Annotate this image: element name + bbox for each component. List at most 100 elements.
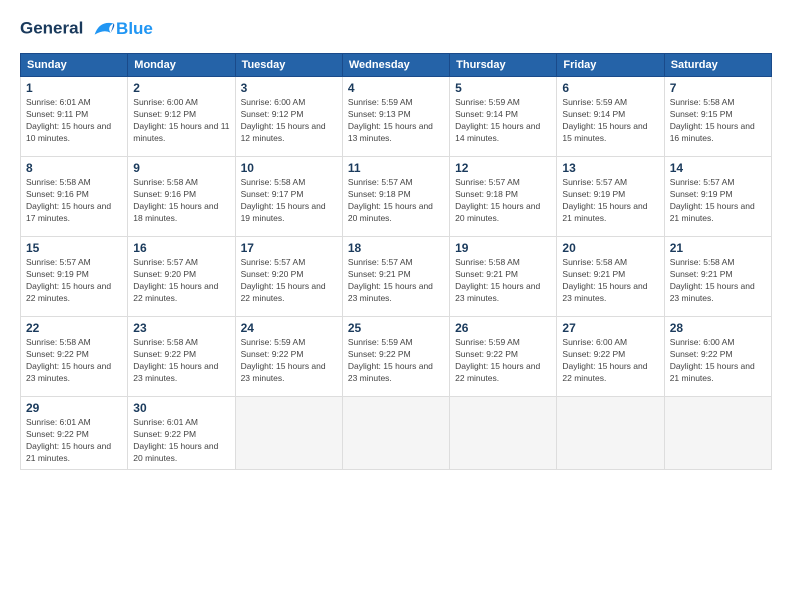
table-row: 17 Sunrise: 5:57 AM Sunset: 9:20 PM Dayl…	[235, 237, 342, 317]
calendar-week-4: 22 Sunrise: 5:58 AM Sunset: 9:22 PM Dayl…	[21, 317, 772, 397]
day-info: Sunrise: 5:57 AM Sunset: 9:20 PM Dayligh…	[241, 257, 337, 305]
table-row: 25 Sunrise: 5:59 AM Sunset: 9:22 PM Dayl…	[342, 317, 449, 397]
day-info: Sunrise: 6:00 AM Sunset: 9:12 PM Dayligh…	[241, 97, 337, 145]
table-row: 2 Sunrise: 6:00 AM Sunset: 9:12 PM Dayli…	[128, 77, 235, 157]
day-number: 26	[455, 321, 551, 335]
table-row: 3 Sunrise: 6:00 AM Sunset: 9:12 PM Dayli…	[235, 77, 342, 157]
table-row: 30 Sunrise: 6:01 AM Sunset: 9:22 PM Dayl…	[128, 397, 235, 470]
table-row: 24 Sunrise: 5:59 AM Sunset: 9:22 PM Dayl…	[235, 317, 342, 397]
table-row: 20 Sunrise: 5:58 AM Sunset: 9:21 PM Dayl…	[557, 237, 664, 317]
table-row: 4 Sunrise: 5:59 AM Sunset: 9:13 PM Dayli…	[342, 77, 449, 157]
day-info: Sunrise: 5:59 AM Sunset: 9:14 PM Dayligh…	[562, 97, 658, 145]
calendar-week-3: 15 Sunrise: 5:57 AM Sunset: 9:19 PM Dayl…	[21, 237, 772, 317]
table-row: 28 Sunrise: 6:00 AM Sunset: 9:22 PM Dayl…	[664, 317, 771, 397]
table-row: 19 Sunrise: 5:58 AM Sunset: 9:21 PM Dayl…	[450, 237, 557, 317]
table-row: 6 Sunrise: 5:59 AM Sunset: 9:14 PM Dayli…	[557, 77, 664, 157]
col-tuesday: Tuesday	[235, 54, 342, 77]
day-info: Sunrise: 5:57 AM Sunset: 9:21 PM Dayligh…	[348, 257, 444, 305]
header: General Blue	[20, 15, 772, 43]
day-number: 28	[670, 321, 766, 335]
day-info: Sunrise: 6:01 AM Sunset: 9:22 PM Dayligh…	[133, 417, 229, 465]
table-row: 22 Sunrise: 5:58 AM Sunset: 9:22 PM Dayl…	[21, 317, 128, 397]
col-monday: Monday	[128, 54, 235, 77]
day-number: 15	[26, 241, 122, 255]
day-info: Sunrise: 5:57 AM Sunset: 9:19 PM Dayligh…	[562, 177, 658, 225]
day-info: Sunrise: 5:57 AM Sunset: 9:19 PM Dayligh…	[26, 257, 122, 305]
day-info: Sunrise: 5:58 AM Sunset: 9:21 PM Dayligh…	[455, 257, 551, 305]
day-info: Sunrise: 5:59 AM Sunset: 9:22 PM Dayligh…	[455, 337, 551, 385]
day-info: Sunrise: 5:58 AM Sunset: 9:21 PM Dayligh…	[670, 257, 766, 305]
day-number: 10	[241, 161, 337, 175]
day-number: 12	[455, 161, 551, 175]
table-row: 5 Sunrise: 5:59 AM Sunset: 9:14 PM Dayli…	[450, 77, 557, 157]
table-row: 21 Sunrise: 5:58 AM Sunset: 9:21 PM Dayl…	[664, 237, 771, 317]
table-row: 13 Sunrise: 5:57 AM Sunset: 9:19 PM Dayl…	[557, 157, 664, 237]
day-info: Sunrise: 5:57 AM Sunset: 9:18 PM Dayligh…	[455, 177, 551, 225]
day-number: 9	[133, 161, 229, 175]
day-number: 5	[455, 81, 551, 95]
day-info: Sunrise: 5:57 AM Sunset: 9:20 PM Dayligh…	[133, 257, 229, 305]
day-info: Sunrise: 5:59 AM Sunset: 9:14 PM Dayligh…	[455, 97, 551, 145]
day-number: 29	[26, 401, 122, 415]
day-info: Sunrise: 5:58 AM Sunset: 9:17 PM Dayligh…	[241, 177, 337, 225]
day-number: 8	[26, 161, 122, 175]
logo-general: General	[20, 18, 83, 37]
table-row: 18 Sunrise: 5:57 AM Sunset: 9:21 PM Dayl…	[342, 237, 449, 317]
col-saturday: Saturday	[664, 54, 771, 77]
day-info: Sunrise: 6:00 AM Sunset: 9:22 PM Dayligh…	[562, 337, 658, 385]
calendar-header-row: Sunday Monday Tuesday Wednesday Thursday…	[21, 54, 772, 77]
table-row: 11 Sunrise: 5:57 AM Sunset: 9:18 PM Dayl…	[342, 157, 449, 237]
table-row	[342, 397, 449, 470]
day-number: 1	[26, 81, 122, 95]
day-number: 23	[133, 321, 229, 335]
col-sunday: Sunday	[21, 54, 128, 77]
day-number: 18	[348, 241, 444, 255]
day-number: 4	[348, 81, 444, 95]
table-row: 1 Sunrise: 6:01 AM Sunset: 9:11 PM Dayli…	[21, 77, 128, 157]
col-wednesday: Wednesday	[342, 54, 449, 77]
table-row: 15 Sunrise: 5:57 AM Sunset: 9:19 PM Dayl…	[21, 237, 128, 317]
table-row	[664, 397, 771, 470]
table-row	[450, 397, 557, 470]
day-info: Sunrise: 5:58 AM Sunset: 9:22 PM Dayligh…	[133, 337, 229, 385]
day-number: 19	[455, 241, 551, 255]
day-number: 22	[26, 321, 122, 335]
day-info: Sunrise: 5:58 AM Sunset: 9:15 PM Dayligh…	[670, 97, 766, 145]
table-row: 16 Sunrise: 5:57 AM Sunset: 9:20 PM Dayl…	[128, 237, 235, 317]
day-info: Sunrise: 6:00 AM Sunset: 9:22 PM Dayligh…	[670, 337, 766, 385]
col-friday: Friday	[557, 54, 664, 77]
table-row: 14 Sunrise: 5:57 AM Sunset: 9:19 PM Dayl…	[664, 157, 771, 237]
logo-bird-icon	[90, 15, 118, 43]
table-row: 8 Sunrise: 5:58 AM Sunset: 9:16 PM Dayli…	[21, 157, 128, 237]
day-info: Sunrise: 5:59 AM Sunset: 9:22 PM Dayligh…	[241, 337, 337, 385]
table-row: 9 Sunrise: 5:58 AM Sunset: 9:16 PM Dayli…	[128, 157, 235, 237]
col-thursday: Thursday	[450, 54, 557, 77]
table-row: 27 Sunrise: 6:00 AM Sunset: 9:22 PM Dayl…	[557, 317, 664, 397]
day-number: 21	[670, 241, 766, 255]
day-info: Sunrise: 5:57 AM Sunset: 9:19 PM Dayligh…	[670, 177, 766, 225]
day-info: Sunrise: 5:57 AM Sunset: 9:18 PM Dayligh…	[348, 177, 444, 225]
table-row: 10 Sunrise: 5:58 AM Sunset: 9:17 PM Dayl…	[235, 157, 342, 237]
table-row: 7 Sunrise: 5:58 AM Sunset: 9:15 PM Dayli…	[664, 77, 771, 157]
calendar-week-1: 1 Sunrise: 6:01 AM Sunset: 9:11 PM Dayli…	[21, 77, 772, 157]
day-info: Sunrise: 5:58 AM Sunset: 9:21 PM Dayligh…	[562, 257, 658, 305]
day-number: 30	[133, 401, 229, 415]
day-info: Sunrise: 6:00 AM Sunset: 9:12 PM Dayligh…	[133, 97, 229, 145]
day-number: 14	[670, 161, 766, 175]
day-number: 24	[241, 321, 337, 335]
day-info: Sunrise: 5:59 AM Sunset: 9:22 PM Dayligh…	[348, 337, 444, 385]
calendar-week-2: 8 Sunrise: 5:58 AM Sunset: 9:16 PM Dayli…	[21, 157, 772, 237]
table-row: 23 Sunrise: 5:58 AM Sunset: 9:22 PM Dayl…	[128, 317, 235, 397]
day-number: 2	[133, 81, 229, 95]
day-number: 6	[562, 81, 658, 95]
calendar-week-5: 29 Sunrise: 6:01 AM Sunset: 9:22 PM Dayl…	[21, 397, 772, 470]
logo: General Blue	[20, 15, 153, 43]
day-number: 27	[562, 321, 658, 335]
calendar: Sunday Monday Tuesday Wednesday Thursday…	[20, 53, 772, 470]
day-info: Sunrise: 5:58 AM Sunset: 9:22 PM Dayligh…	[26, 337, 122, 385]
day-number: 17	[241, 241, 337, 255]
day-info: Sunrise: 5:59 AM Sunset: 9:13 PM Dayligh…	[348, 97, 444, 145]
day-info: Sunrise: 6:01 AM Sunset: 9:22 PM Dayligh…	[26, 417, 122, 465]
day-number: 25	[348, 321, 444, 335]
table-row: 12 Sunrise: 5:57 AM Sunset: 9:18 PM Dayl…	[450, 157, 557, 237]
